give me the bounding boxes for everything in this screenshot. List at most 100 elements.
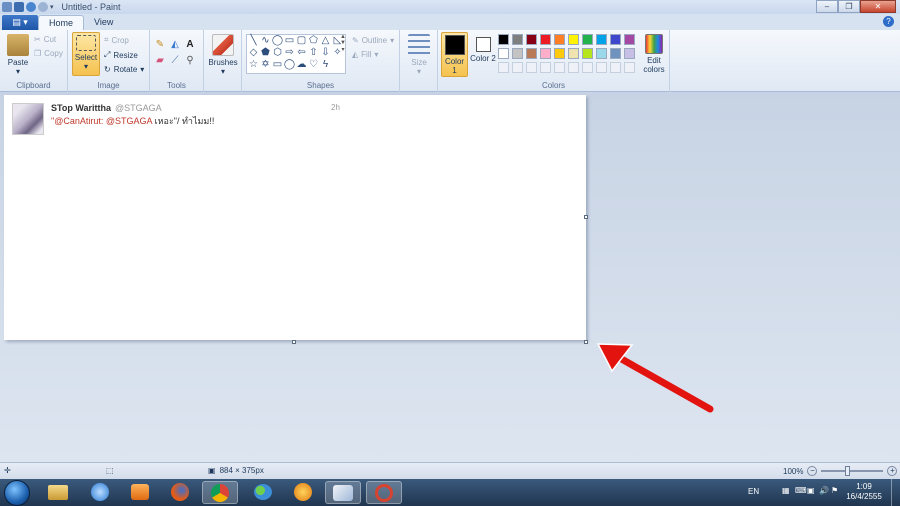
zoom-out-button[interactable]: − [807,466,818,476]
palette-color-swatch[interactable] [526,48,537,59]
palette-color-swatch[interactable] [582,48,593,59]
palette-color-swatch[interactable] [498,34,509,45]
color-picker-icon[interactable]: ⟋ [169,54,181,66]
left-arrow-shape-icon[interactable]: ⇦ [296,48,307,58]
palette-color-swatch[interactable] [582,34,593,45]
rectangle-shape-icon[interactable]: ▭ [284,36,295,46]
palette-color-swatch[interactable] [540,48,551,59]
explorer-taskbar-button[interactable] [40,481,76,504]
drawing-canvas[interactable]: STop Warittha @STGAGA 2h "@CanAtirut: @ST… [4,95,586,340]
palette-color-swatch[interactable] [512,34,523,45]
palette-color-swatch[interactable] [554,48,565,59]
paste-button[interactable]: Paste ▾ [4,34,32,76]
outline-button[interactable]: ✎ Outline ▾ [352,36,394,45]
color1-button[interactable]: Color 1 [441,32,468,77]
messenger-taskbar-button[interactable] [245,481,281,504]
pentagon-shape-icon[interactable]: ⬟ [260,48,271,58]
save-icon[interactable] [14,2,24,12]
palette-custom-swatch[interactable] [498,62,509,73]
palette-color-swatch[interactable] [568,34,579,45]
resize-button[interactable]: ⤢ Resize [104,50,138,60]
palette-custom-swatch[interactable] [610,62,621,73]
fill-bucket-icon[interactable]: ◭ [169,38,181,50]
tab-home[interactable]: Home [38,15,85,30]
triangle-shape-icon[interactable]: △ [320,36,331,46]
shapes-gallery[interactable]: ╲ ∿ ◯ ▭ ▢ ⬠ △ ◺ ◇ ⬟ ⬡ ⇨ ⇦ ⇧ ⇩ ✧ ☆ ✡ ▭ ◯ … [246,34,346,74]
paint-taskbar-button[interactable] [325,481,361,504]
start-button[interactable] [4,480,30,506]
zoom-in-button[interactable]: + [887,466,898,476]
palette-custom-swatch[interactable] [526,62,537,73]
up-arrow-shape-icon[interactable]: ⇧ [308,48,319,58]
zoom-slider[interactable] [821,466,884,476]
palette-custom-swatch[interactable] [540,62,551,73]
app-taskbar-button[interactable] [285,481,321,504]
scroll-more-icon[interactable]: ▾ [341,47,344,53]
palette-color-swatch[interactable] [568,48,579,59]
maximize-button[interactable]: ❐ [838,0,860,13]
resize-handle-corner[interactable] [584,340,588,344]
resize-handle-right[interactable] [584,215,588,219]
tray-network-icon[interactable]: ▣ [807,486,815,495]
minimize-button[interactable]: – [816,0,838,13]
line-shape-icon[interactable]: ╲ [248,36,259,46]
lightning-shape-icon[interactable]: ϟ [320,60,331,70]
language-indicator[interactable]: EN [748,487,759,496]
palette-color-swatch[interactable] [624,48,635,59]
down-arrow-shape-icon[interactable]: ⇩ [320,48,331,58]
cut-button[interactable]: ✂ Cut [34,35,56,44]
rounded-rectangle-shape-icon[interactable]: ▢ [296,36,307,46]
select-button[interactable]: Select ▾ [72,32,100,76]
undo-icon[interactable] [26,2,36,12]
fill-button[interactable]: ◭ Fill ▾ [352,50,378,59]
curve-shape-icon[interactable]: ∿ [260,36,271,46]
diamond-shape-icon[interactable]: ◇ [248,48,259,58]
cloud-callout-shape-icon[interactable]: ☁ [296,60,307,70]
palette-color-swatch[interactable] [610,34,621,45]
palette-color-swatch[interactable] [596,34,607,45]
media-player-taskbar-button[interactable] [122,481,158,504]
brushes-button[interactable]: Brushes ▾ [207,34,239,76]
rotate-button[interactable]: ↻ Rotate ▾ [104,65,144,74]
tray-volume-icon[interactable]: 🔊 [819,486,829,495]
oval-callout-shape-icon[interactable]: ◯ [284,60,295,70]
eraser-icon[interactable]: ▰ [154,54,166,66]
tray-flag-icon[interactable]: ⚑ [831,486,838,495]
copy-button[interactable]: ❐ Copy [34,49,63,58]
help-icon[interactable]: ? [883,16,894,27]
magnifier-icon[interactable]: ⚲ [184,54,196,66]
show-desktop-button[interactable] [891,479,900,506]
tray-app-icon[interactable]: ▦ [782,486,790,495]
paint-menu-button[interactable]: ▤ ▾ [2,15,38,30]
pencil-icon[interactable]: ✎ [154,38,166,50]
palette-color-swatch[interactable] [624,34,635,45]
palette-custom-swatch[interactable] [512,62,523,73]
palette-custom-swatch[interactable] [624,62,635,73]
palette-color-swatch[interactable] [540,34,551,45]
palette-color-swatch[interactable] [498,48,509,59]
tray-keyboard-icon[interactable]: ⌨ [795,486,807,495]
rounded-callout-shape-icon[interactable]: ▭ [272,60,283,70]
palette-custom-swatch[interactable] [596,62,607,73]
palette-color-swatch[interactable] [554,34,565,45]
five-point-star-shape-icon[interactable]: ☆ [248,60,259,70]
clock[interactable]: 1:09 16/4/2555 [844,482,884,502]
close-button[interactable]: ✕ [860,0,896,13]
hexagon-shape-icon[interactable]: ⬡ [272,48,283,58]
canvas-workarea[interactable]: STop Warittha @STGAGA 2h "@CanAtirut: @ST… [0,92,900,462]
oval-shape-icon[interactable]: ◯ [272,36,283,46]
firefox-taskbar-button[interactable] [162,481,198,504]
ie-taskbar-button[interactable] [82,481,118,504]
scroll-down-icon[interactable]: ▼ [340,40,346,46]
crop-button[interactable]: ⌗ Crop [104,35,129,45]
resize-handle-bottom[interactable] [292,340,296,344]
text-tool-icon[interactable]: A [184,38,196,50]
palette-custom-swatch[interactable] [554,62,565,73]
redo-icon[interactable] [38,2,48,12]
zoom-slider-thumb[interactable] [845,466,851,476]
palette-color-swatch[interactable] [526,34,537,45]
polygon-shape-icon[interactable]: ⬠ [308,36,319,46]
six-point-star-shape-icon[interactable]: ✡ [260,60,271,70]
tab-view[interactable]: View [84,15,123,30]
heart-shape-icon[interactable]: ♡ [308,60,319,70]
